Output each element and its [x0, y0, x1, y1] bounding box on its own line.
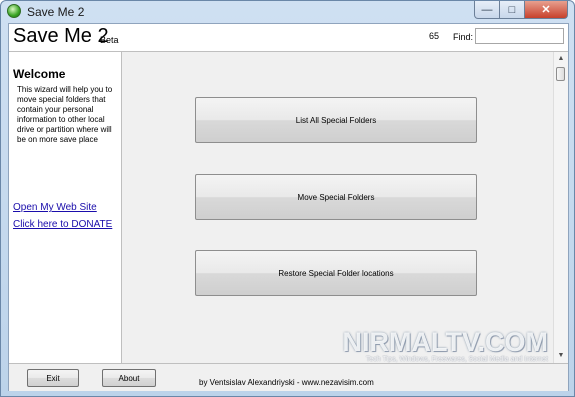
app-name: Save Me 2	[13, 25, 109, 47]
watermark: NIRMALTV.COM Tech Tips, Windows, Freewar…	[322, 327, 549, 363]
beta-badge: Beta	[100, 35, 119, 45]
restore-folder-locations-button[interactable]: Restore Special Folder locations	[195, 250, 477, 296]
author-credit: by Ventsislav Alexandriyski - www.nezavi…	[199, 378, 374, 387]
scroll-up-icon[interactable]: ▲	[554, 52, 568, 66]
title-bar[interactable]: Save Me 2 — □ ✕	[1, 1, 574, 23]
close-button[interactable]: ✕	[525, 1, 568, 19]
about-button[interactable]: About	[102, 369, 156, 387]
list-special-folders-button[interactable]: List All Special Folders	[195, 97, 477, 143]
watermark-tagline: Tech Tips, Windows, Freewares, Social Me…	[365, 356, 548, 363]
watermark-title: NIRMALTV.COM	[342, 327, 549, 357]
maximize-icon: □	[508, 3, 516, 16]
find-input[interactable]	[475, 28, 564, 44]
main-panel: List All Special Folders Move Special Fo…	[122, 52, 553, 363]
scroll-down-icon[interactable]: ▼	[554, 349, 568, 363]
client-area: Save Me 2 Beta 65 Find: Welcome This wiz…	[8, 23, 569, 391]
open-website-link[interactable]: Open My Web Site	[13, 202, 97, 213]
window-controls: — □ ✕	[474, 1, 568, 19]
window-title: Save Me 2	[27, 5, 85, 19]
exit-button[interactable]: Exit	[27, 369, 79, 387]
find-label: Find:	[453, 32, 474, 42]
move-special-folders-button[interactable]: Move Special Folders	[195, 174, 477, 220]
item-count: 65	[429, 31, 440, 41]
app-logo-icon	[7, 4, 21, 18]
donate-link[interactable]: Click here to DONATE	[13, 219, 112, 230]
minimize-icon: —	[481, 3, 493, 16]
wizard-description: This wizard will help you to move specia…	[17, 85, 113, 144]
scroll-thumb[interactable]	[556, 67, 565, 81]
app-window: Save Me 2 — □ ✕ Save Me 2 Beta 65 Find: …	[0, 0, 575, 397]
header-bar: Save Me 2 Beta 65 Find:	[9, 24, 568, 52]
footer-bar: Exit About by Ventsislav Alexandriyski -…	[9, 363, 568, 391]
close-icon: ✕	[541, 4, 551, 16]
maximize-button[interactable]: □	[500, 1, 525, 19]
minimize-button[interactable]: —	[474, 1, 500, 19]
welcome-heading: Welcome	[13, 67, 66, 81]
sidebar: Welcome This wizard will help you to mov…	[9, 52, 122, 363]
vertical-scrollbar[interactable]: ▲ ▼	[553, 52, 568, 363]
